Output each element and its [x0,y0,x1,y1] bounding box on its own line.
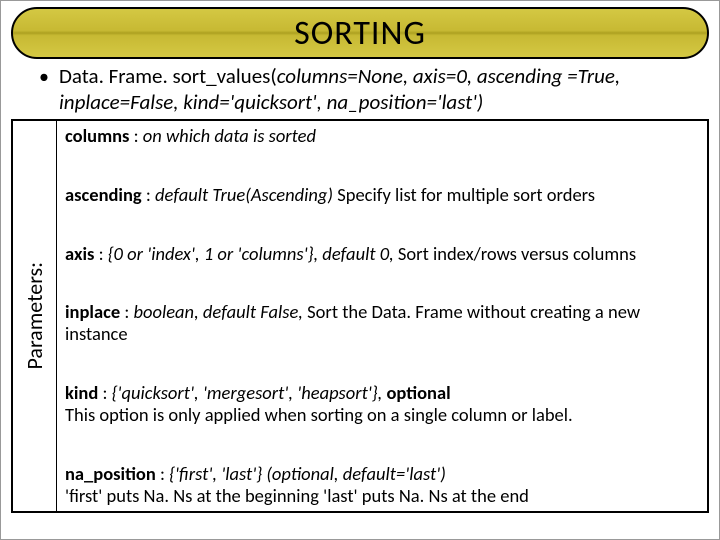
param-desc: Sort index/rows versus columns [398,242,636,265]
param-ital: {'quicksort', 'mergesort', 'heapsort'}, [112,381,387,404]
signature-prefix: Data. Frame. sort_values( [59,63,277,89]
param-bold: optional [386,381,450,404]
param-ital: boolean, default False, [133,300,307,323]
param-sep: : [120,300,133,323]
param-name: na_position [65,462,156,485]
param-ital: default True(Ascending) [155,183,337,206]
title-bar: SORTING [11,7,709,59]
param-name: inplace [65,300,120,323]
param-desc: This option is only applied when sorting… [65,403,573,426]
param-columns: columns : on which data is sorted [65,125,699,147]
param-sep: : [94,242,107,265]
parameters-box: Parameters: columns : on which data is s… [11,119,709,513]
param-sep: : [142,183,155,206]
param-name: ascending [65,183,142,206]
param-axis: axis : {0 or 'index', 1 or 'columns'}, d… [65,243,699,265]
param-desc: Specify list for multiple sort orders [337,183,595,206]
param-na-position: na_position : {'first', 'last'} (optiona… [65,463,699,507]
param-sep: : [156,462,169,485]
param-ital: on which data is sorted [143,124,316,147]
parameters-list: columns : on which data is sorted ascend… [57,121,707,511]
param-sep: : [129,124,142,147]
param-ital: {'first', 'last'} (optional, default='la… [169,462,446,485]
param-kind: kind : {'quicksort', 'mergesort', 'heaps… [65,382,699,426]
method-signature: • Data. Frame. sort_values(columns=None,… [39,63,705,115]
parameters-side-label: Parameters: [13,121,57,511]
param-inplace: inplace : boolean, default False, Sort t… [65,301,699,345]
page-title: SORTING [294,13,426,54]
bullet-icon: • [39,63,49,91]
param-name: columns [65,124,129,147]
param-desc: 'first' puts Na. Ns at the beginning 'la… [65,484,529,507]
param-ascending: ascending : default True(Ascending) Spec… [65,184,699,206]
parameters-label-text: Parameters: [21,262,48,369]
param-name: kind [65,381,98,404]
param-sep: : [98,381,111,404]
param-ital: {0 or 'index', 1 or 'columns'}, default … [108,242,398,265]
param-name: axis [65,242,94,265]
